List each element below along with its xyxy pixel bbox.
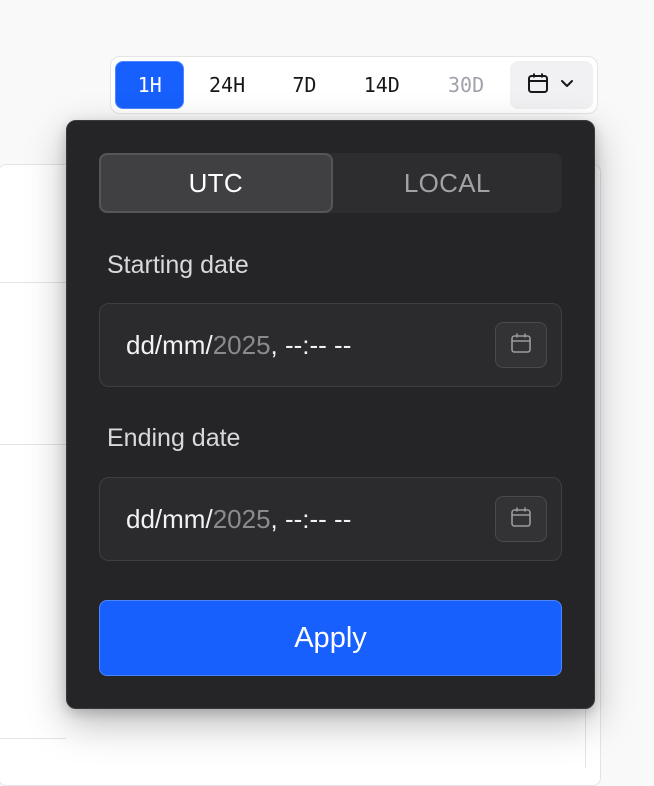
starting-date-input[interactable]: dd/mm/2025, --:-- -- [99, 303, 562, 387]
range-option-30d[interactable]: 30D [424, 61, 507, 109]
apply-button[interactable]: Apply [99, 600, 562, 676]
range-option-1h[interactable]: 1H [115, 61, 185, 109]
date-day-month: dd/mm/ [126, 329, 213, 360]
custom-range-button[interactable] [509, 61, 594, 109]
date-year: 2025 [212, 503, 271, 534]
timezone-toggle: UTC LOCAL [99, 153, 562, 213]
divider [0, 738, 66, 739]
end-date-picker-button[interactable] [495, 496, 547, 542]
ending-date-label: Ending date [107, 424, 241, 452]
start-date-picker-button[interactable] [495, 322, 547, 368]
calendar-icon [510, 504, 532, 535]
calendar-icon [510, 330, 532, 361]
timezone-option-local[interactable]: LOCAL [333, 153, 563, 213]
range-option-7d[interactable]: 7D [270, 61, 339, 109]
divider [0, 282, 66, 283]
calendar-icon [527, 72, 549, 99]
time-range-selector: 1H 24H 7D 14D 30D [110, 56, 598, 114]
chevron-down-icon [559, 75, 575, 96]
ending-date-input[interactable]: dd/mm/2025, --:-- -- [99, 477, 562, 561]
divider [0, 444, 66, 445]
range-option-24h[interactable]: 24H [184, 61, 269, 109]
date-year: 2025 [212, 329, 271, 360]
date-time: , --:-- -- [270, 503, 352, 534]
date-time: , --:-- -- [270, 329, 352, 360]
date-day-month: dd/mm/ [126, 503, 213, 534]
date-range-popover: UTC LOCAL Starting date dd/mm/2025, --:-… [66, 120, 595, 709]
starting-date-label: Starting date [107, 251, 249, 279]
timezone-option-utc[interactable]: UTC [99, 153, 333, 213]
range-option-14d[interactable]: 14D [339, 61, 424, 109]
